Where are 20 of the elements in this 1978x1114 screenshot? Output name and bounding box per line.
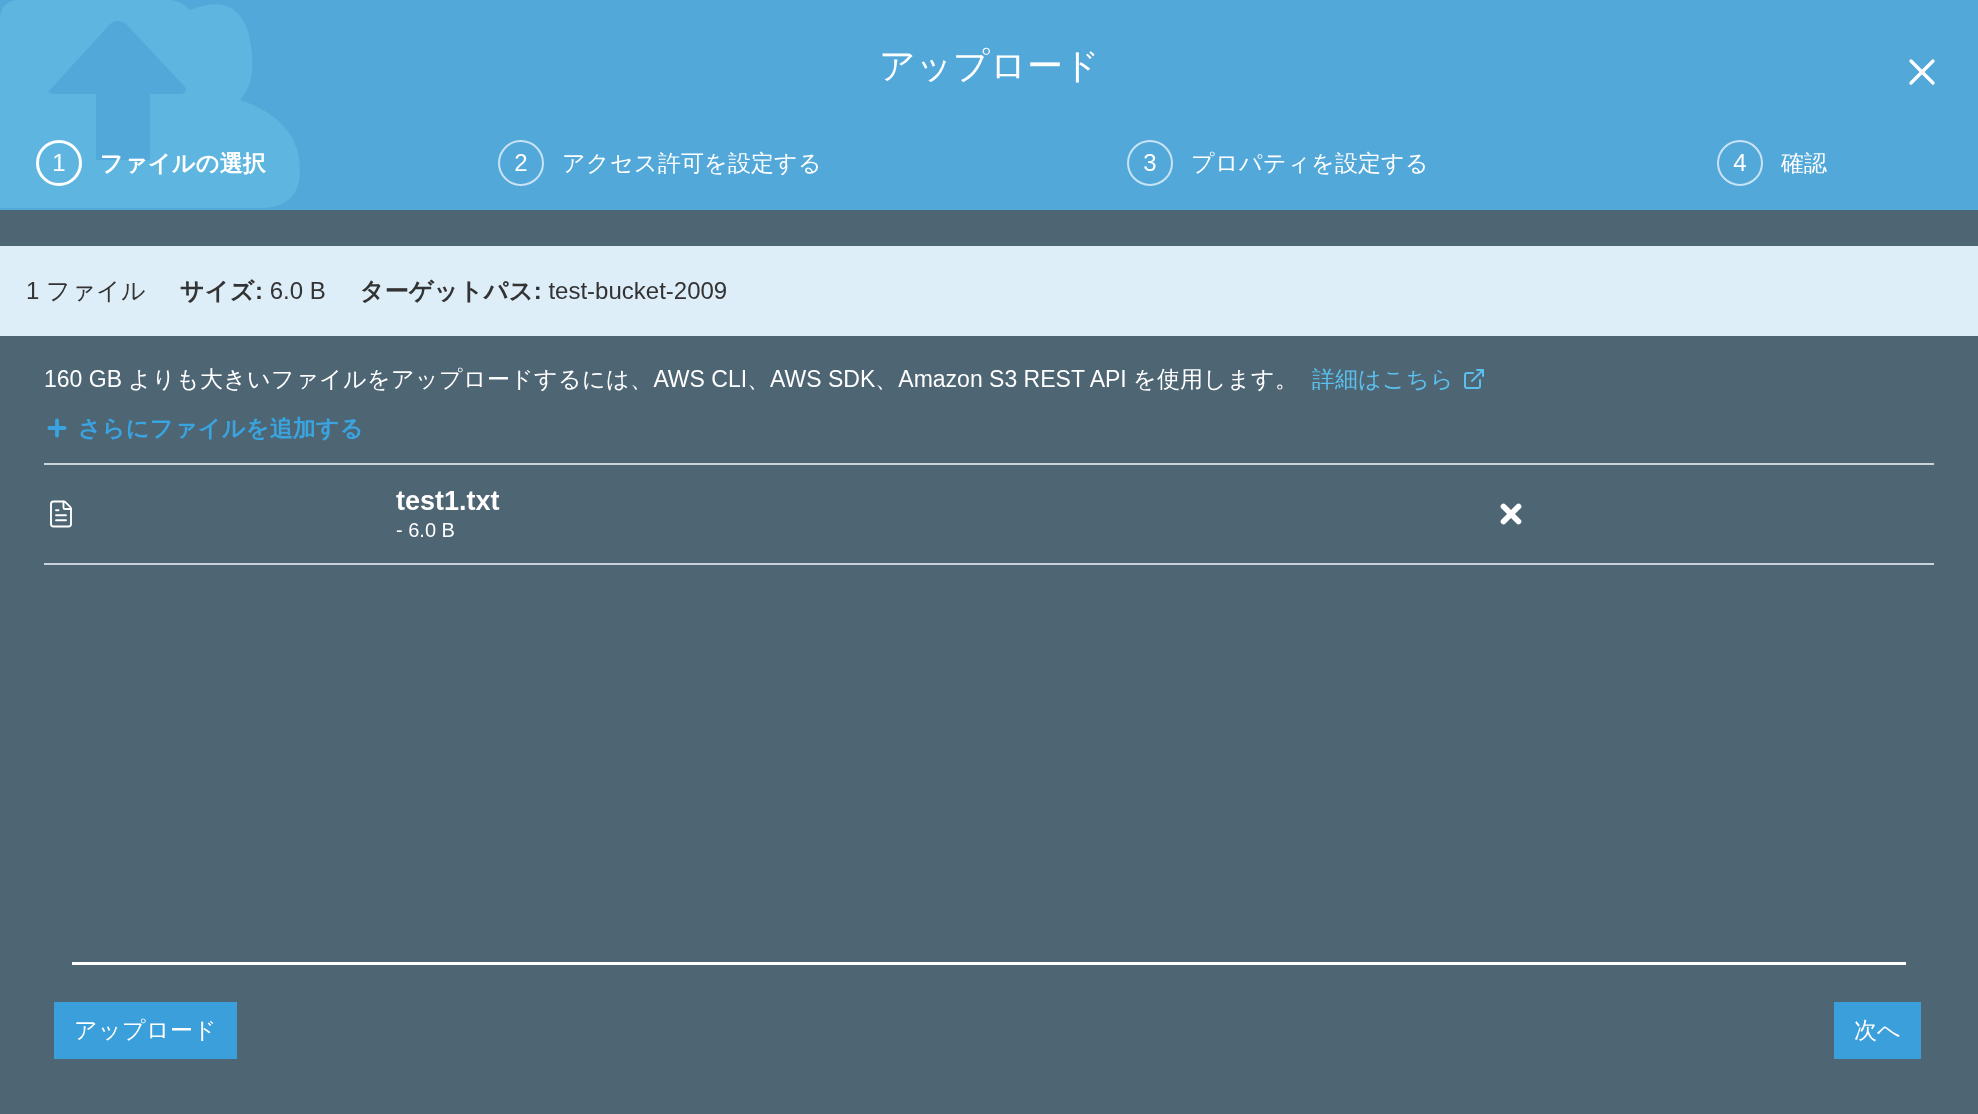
next-button[interactable]: 次へ — [1834, 1002, 1921, 1059]
external-link-icon — [1462, 367, 1487, 392]
file-count: 1 ファイル — [26, 276, 146, 306]
step-tab[interactable]: アクセス許可を設定する — [562, 145, 822, 181]
step-tab[interactable]: ファイルの選択 — [100, 145, 266, 181]
target-path: ターゲットパス: test-bucket-2009 — [359, 276, 728, 306]
step-number: 4 — [1717, 140, 1763, 186]
step-tab[interactable]: 確認 — [1781, 145, 1827, 181]
step-number: 3 — [1127, 140, 1173, 186]
details-link[interactable]: 詳細はこちら — [1312, 362, 1487, 397]
step-tab[interactable]: プロパティを設定する — [1191, 145, 1429, 181]
step-number: 2 — [498, 140, 544, 186]
add-files-link[interactable]: さらにファイルを追加する — [44, 410, 364, 445]
size-info: サイズ: 6.0 B — [180, 276, 326, 306]
upload-button[interactable]: アップロード — [54, 1002, 237, 1059]
file-size: - 6.0 B — [396, 518, 455, 543]
file-name: test1.txt — [396, 485, 500, 517]
step-number: 1 — [36, 140, 82, 186]
dialog-title: アップロード — [878, 44, 1100, 88]
notice-text: 160 GB よりも大きいファイルをアップロードするには、AWS CLI、AWS SDK、Amazon S3 REST API を使用します。 — [44, 365, 1299, 394]
